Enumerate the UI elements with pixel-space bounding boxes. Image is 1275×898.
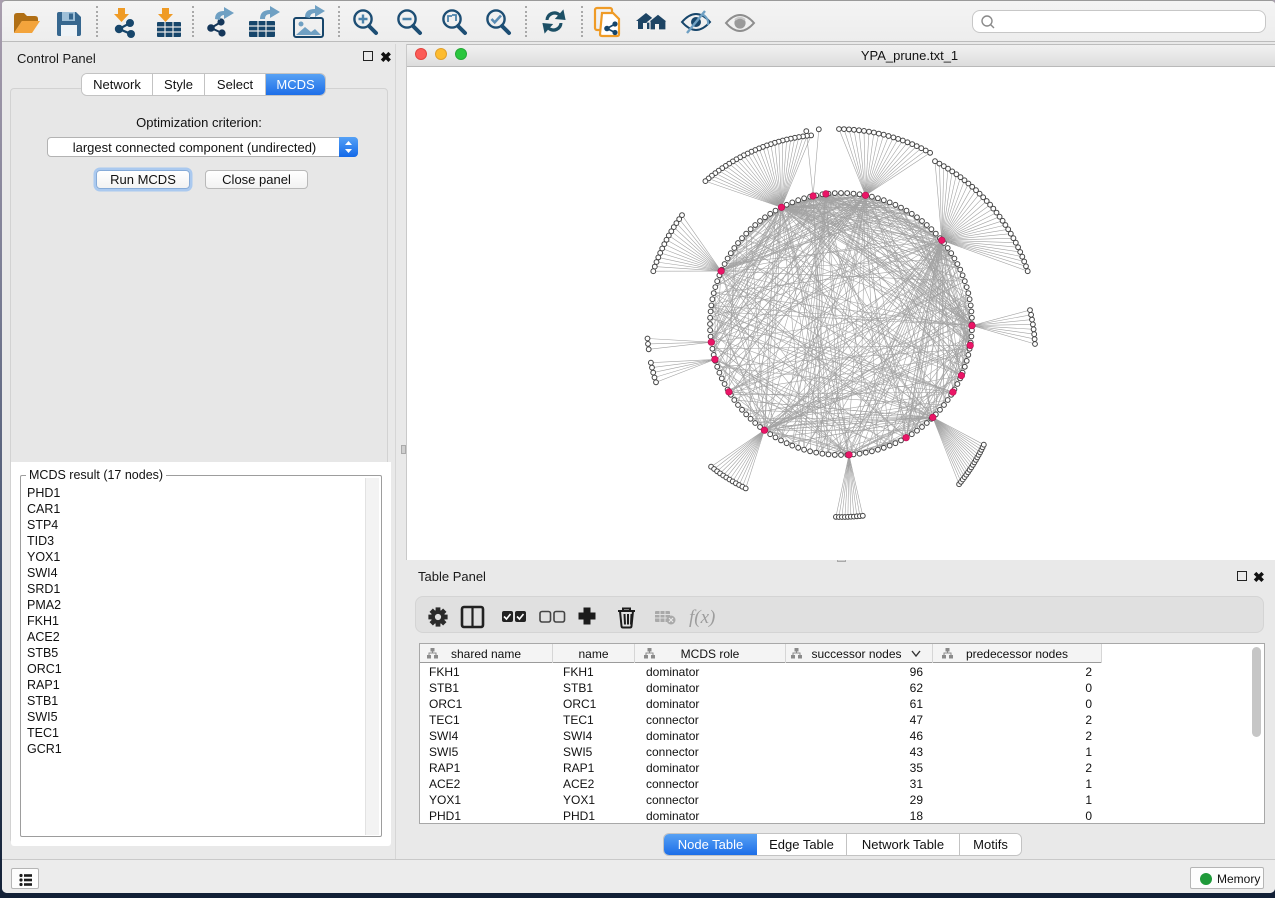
svg-text:f(x): f(x) bbox=[689, 607, 715, 628]
